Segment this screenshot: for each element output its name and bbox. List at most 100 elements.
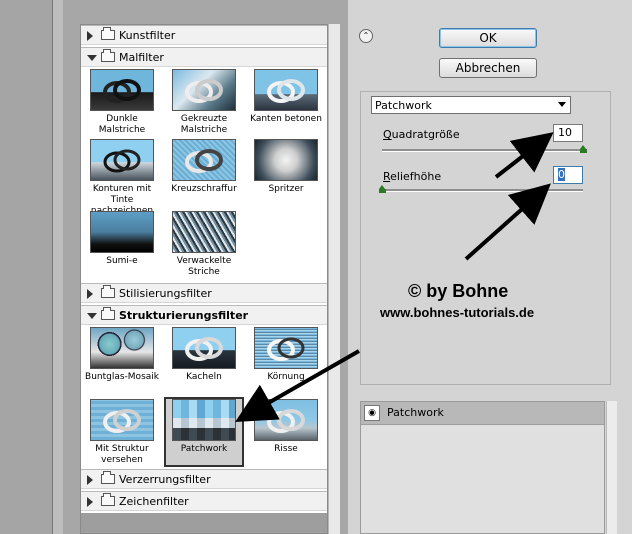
filter-thumb-kanten-betonen[interactable]: Kanten betonen [247, 69, 325, 125]
thumbnail-image [172, 211, 236, 253]
collapse-arrow-icon [87, 55, 97, 61]
filter-thumb-kacheln[interactable]: Kacheln [165, 327, 243, 383]
thumbnail-image [254, 327, 318, 369]
knot-icon [185, 337, 223, 361]
knot-icon [267, 79, 305, 103]
thumb-caption: Spritzer [268, 184, 304, 194]
category-malfilter[interactable]: Malfilter [81, 47, 327, 67]
thumb-caption: Körnung [267, 372, 305, 382]
quadratgroesse-input[interactable]: 10 [553, 124, 583, 142]
filter-thumb-koernung[interactable]: Körnung [247, 327, 325, 383]
filter-thumb-buntglas-mosaik[interactable]: Buntglas-Mosaik [83, 327, 161, 383]
knot-icon [185, 149, 223, 173]
preview-area [0, 0, 52, 534]
reliefhoehe-slider-track[interactable] [382, 189, 583, 192]
expand-arrow-icon [87, 31, 93, 41]
thumbnail-image [172, 399, 236, 441]
filter-gallery: Kunstfilter Malfilter Dunkle Malstriche … [80, 24, 328, 534]
category-zeichenfilter[interactable]: Zeichenfilter [81, 491, 327, 511]
quadratgroesse-slider-track[interactable] [382, 149, 583, 152]
thumbnail-image [254, 399, 318, 441]
thumb-caption: Mit Struktur versehen [95, 444, 149, 465]
preview-scroll-edge [52, 0, 63, 534]
filter-select-value: Patchwork [375, 99, 432, 112]
folder-icon [101, 493, 115, 506]
layers-scrollbar[interactable] [606, 401, 617, 534]
chevron-down-icon [558, 102, 566, 107]
quadratgroesse-slider-knob[interactable] [580, 145, 587, 153]
thumb-caption: Buntglas-Mosaik [85, 372, 159, 382]
category-verzerrungsfilter[interactable]: Verzerrungsfilter [81, 469, 327, 489]
filter-select[interactable]: Patchwork [371, 96, 571, 114]
thumb-caption: Dunkle Malstriche [98, 114, 146, 135]
category-label: Zeichenfilter [119, 495, 189, 508]
thumbnail-image [172, 69, 236, 111]
cancel-button[interactable]: Abbrechen [439, 58, 537, 78]
knot-icon [103, 409, 141, 433]
filter-thumb-konturen-mit-tinte[interactable]: Konturen mit Tinte nachzeichnen [83, 139, 161, 217]
ok-button[interactable]: OK [439, 28, 537, 48]
thumbnail-image [254, 139, 318, 181]
folder-icon [101, 285, 115, 298]
folder-icon [101, 471, 115, 484]
category-label: Kunstfilter [119, 29, 176, 42]
thumbnail-image [172, 139, 236, 181]
category-stilisierungsfilter[interactable]: Stilisierungsfilter [81, 283, 327, 303]
param-label-quadratgroesse: Quadratgröße [383, 128, 460, 141]
thumb-caption: Sumi-e [106, 256, 138, 266]
thumb-caption: Patchwork [180, 444, 228, 454]
thumbnail-image [90, 211, 154, 253]
expand-arrow-icon [87, 497, 93, 507]
watermark-copyright: © by Bohne [408, 281, 509, 301]
expand-arrow-icon [87, 289, 93, 299]
thumbnail-image [172, 327, 236, 369]
eye-icon[interactable]: ◉ [364, 405, 380, 421]
category-label: Verzerrungsfilter [119, 473, 211, 486]
filter-thumb-spritzer[interactable]: Spritzer [247, 139, 325, 195]
collapse-gallery-button[interactable]: ⌃ [359, 29, 373, 43]
thumbnail-image [90, 327, 154, 369]
reliefhoehe-input[interactable]: 0 [553, 166, 583, 184]
folder-icon [101, 27, 115, 40]
category-label: Stilisierungsfilter [119, 287, 212, 300]
filter-thumb-gekreuzte-malstriche[interactable]: Gekreuzte Malstriche [165, 69, 243, 136]
filter-thumb-dunkle-malstriche[interactable]: Dunkle Malstriche [83, 69, 161, 136]
folder-icon [101, 49, 115, 62]
category-kunstfilter[interactable]: Kunstfilter [81, 25, 327, 45]
filter-thumb-risse[interactable]: Risse [247, 399, 325, 455]
category-label: Malfilter [119, 51, 164, 64]
category-strukturierungsfilter[interactable]: Strukturierungsfilter [81, 305, 327, 325]
thumb-caption: Kreuzschraffur [171, 184, 237, 194]
thumb-caption: Risse [274, 444, 298, 454]
watermark-url: www.bohnes-tutorials.de [380, 305, 535, 320]
effect-layer-row[interactable]: ◉ Patchwork [361, 402, 604, 425]
thumbnail-image [254, 69, 318, 111]
thumb-caption: Gekreuzte Malstriche [180, 114, 228, 135]
gallery-empty-area [81, 513, 327, 533]
knot-icon [267, 337, 305, 361]
thumbnail-image [90, 69, 154, 111]
filter-thumb-kreuzschraffur[interactable]: Kreuzschraffur [165, 139, 243, 195]
filter-thumb-patchwork[interactable]: Patchwork [165, 399, 243, 455]
filter-thumb-sumi-e[interactable]: Sumi-e [83, 211, 161, 267]
knot-icon [103, 79, 141, 103]
reliefhoehe-value: 0 [558, 168, 565, 181]
effect-layers-panel: ◉ Patchwork [360, 401, 605, 534]
thumb-caption: Kanten betonen [250, 114, 322, 124]
effect-layer-name: Patchwork [387, 406, 444, 419]
gallery-scrollbar[interactable] [328, 24, 340, 534]
param-label-reliefhoehe: Reliefhöhe [383, 170, 442, 183]
knot-icon [267, 409, 305, 433]
filter-thumb-verwackelte-striche[interactable]: Verwackelte Striche [165, 211, 243, 278]
knot-icon [185, 79, 223, 103]
expand-arrow-icon [87, 475, 93, 485]
thumb-caption: Verwackelte Striche [176, 256, 232, 277]
collapse-arrow-icon [87, 313, 97, 319]
filter-thumb-mit-struktur-versehen[interactable]: Mit Struktur versehen [83, 399, 161, 466]
thumb-caption: Kacheln [186, 372, 222, 382]
folder-icon [101, 307, 115, 320]
category-label: Strukturierungsfilter [119, 309, 249, 322]
reliefhoehe-slider-knob[interactable] [379, 185, 386, 193]
knot-icon [103, 149, 141, 173]
thumbnail-image [90, 399, 154, 441]
